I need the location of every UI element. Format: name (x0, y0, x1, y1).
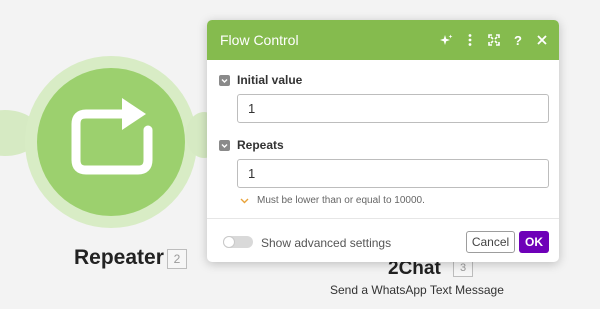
repeats-hint: Must be lower than or equal to 10000. (240, 195, 425, 206)
repeats-label: Repeats (237, 138, 284, 152)
close-icon[interactable] (535, 33, 549, 47)
module-badge: 2 (167, 249, 187, 269)
repeats-label-row: Repeats (219, 138, 284, 152)
repeats-input[interactable]: 1 (237, 159, 549, 188)
advanced-settings-label: Show advanced settings (261, 236, 392, 250)
initial-value-label-row: Initial value (219, 73, 302, 87)
footer-divider (207, 218, 559, 219)
more-vertical-icon[interactable] (463, 33, 477, 47)
toggle-knob (223, 236, 235, 248)
header-actions: ? (439, 33, 549, 48)
repeats-hint-text: Must be lower than or equal to 10000. (257, 195, 425, 206)
dialog-title: Flow Control (220, 32, 299, 48)
dialog-header: Flow Control ? (207, 20, 559, 60)
next-module-description: Send a WhatsApp Text Message (330, 283, 504, 297)
expand-icon[interactable] (487, 33, 501, 47)
ai-sparkle-icon[interactable] (439, 33, 453, 47)
help-icon[interactable]: ? (511, 33, 525, 48)
hint-chevron-icon (240, 198, 249, 203)
flow-control-dialog: Flow Control ? Initial value 1 Repeats 1… (207, 20, 559, 262)
module-name: Repeater (74, 246, 164, 269)
initial-value-input[interactable]: 1 (237, 94, 549, 123)
ok-button[interactable]: OK (519, 231, 549, 253)
cancel-button[interactable]: Cancel (466, 231, 515, 253)
collapse-chevron-icon[interactable] (219, 139, 230, 151)
advanced-settings-toggle[interactable] (223, 236, 253, 248)
initial-value-label: Initial value (237, 73, 303, 87)
collapse-chevron-icon[interactable] (219, 74, 230, 86)
repeat-icon (71, 98, 153, 175)
